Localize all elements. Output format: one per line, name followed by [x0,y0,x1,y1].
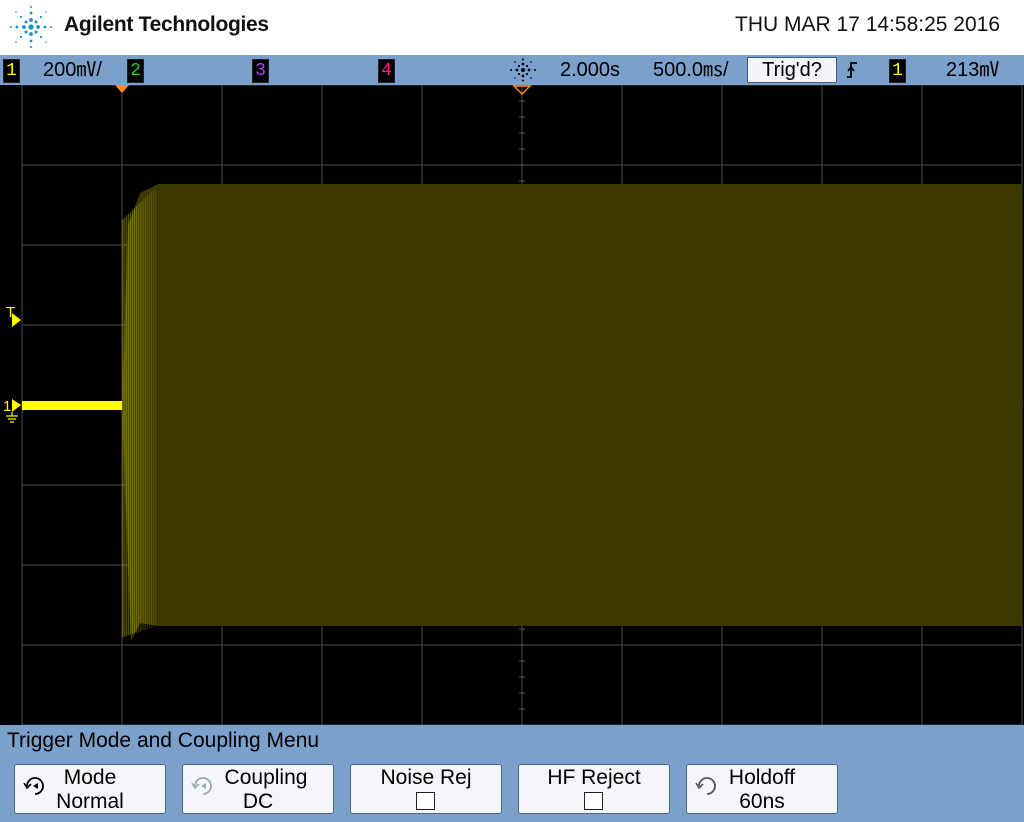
noise-rej-checkbox[interactable] [416,792,435,810]
holdoff-label: Holdoff [728,766,796,789]
coupling-value: DC [242,790,274,813]
ch1-signal-envelope [122,184,1022,641]
channel-1-scale[interactable]: 200㎷/ [43,58,102,82]
trigger-position-marker [115,85,129,93]
mode-value: Normal [56,790,124,813]
coupling-softkey[interactable]: Coupling DC [182,764,334,814]
waveform-display: T 1 [0,85,1024,725]
brand-name: Agilent Technologies [64,13,269,36]
ch1-ground-marker-arrow [12,399,21,412]
channel-2-indicator[interactable]: 2 [127,59,144,83]
coupling-label: Coupling [224,766,308,789]
mode-label: Mode [63,766,117,789]
noise-rej-softkey[interactable]: Noise Rej [350,764,502,814]
noise-rej-label: Noise Rej [380,766,472,789]
mode-softkey[interactable]: Mode Normal [14,764,166,814]
softkey-menu: Trigger Mode and Coupling Menu Mode Norm… [0,725,1024,822]
channel-1-indicator[interactable]: 1 [3,59,20,83]
hf-reject-label: HF Reject [547,766,641,789]
hf-reject-softkey[interactable]: HF Reject [518,764,670,814]
trigger-level[interactable]: 213㎷ [946,58,999,82]
ch1-trace-baseline [22,401,122,410]
trigger-status: Trig'd? [747,57,837,83]
timebase-icon[interactable] [506,58,540,82]
holdoff-value: 60ns [739,790,785,813]
time-delay[interactable]: 2.000s [560,58,620,82]
rising-edge-icon[interactable] [845,60,859,80]
date-time: THU MAR 17 14:58:25 2016 [735,13,1000,36]
channel-3-indicator[interactable]: 3 [252,59,269,83]
agilent-spark-logo-icon [10,6,52,48]
trigger-source-indicator[interactable]: 1 [889,59,906,83]
menu-title: Trigger Mode and Coupling Menu [7,729,320,752]
header: Agilent Technologies THU MAR 17 14:58:25… [0,0,1024,55]
time-scale[interactable]: 500.0㎳/ [653,58,729,82]
status-bar: 1 200㎷/ 2 3 4 2.000s 500.0㎳/ Trig'd? 1 2… [0,55,1024,85]
ch1-ground-marker-label: 1 [3,398,11,415]
channel-4-indicator[interactable]: 4 [378,59,395,83]
hf-reject-checkbox[interactable] [584,792,603,810]
trigger-level-marker-arrow [12,313,21,327]
holdoff-softkey[interactable]: Holdoff 60ns [686,764,838,814]
waveform-canvas: T 1 [3,85,1023,725]
